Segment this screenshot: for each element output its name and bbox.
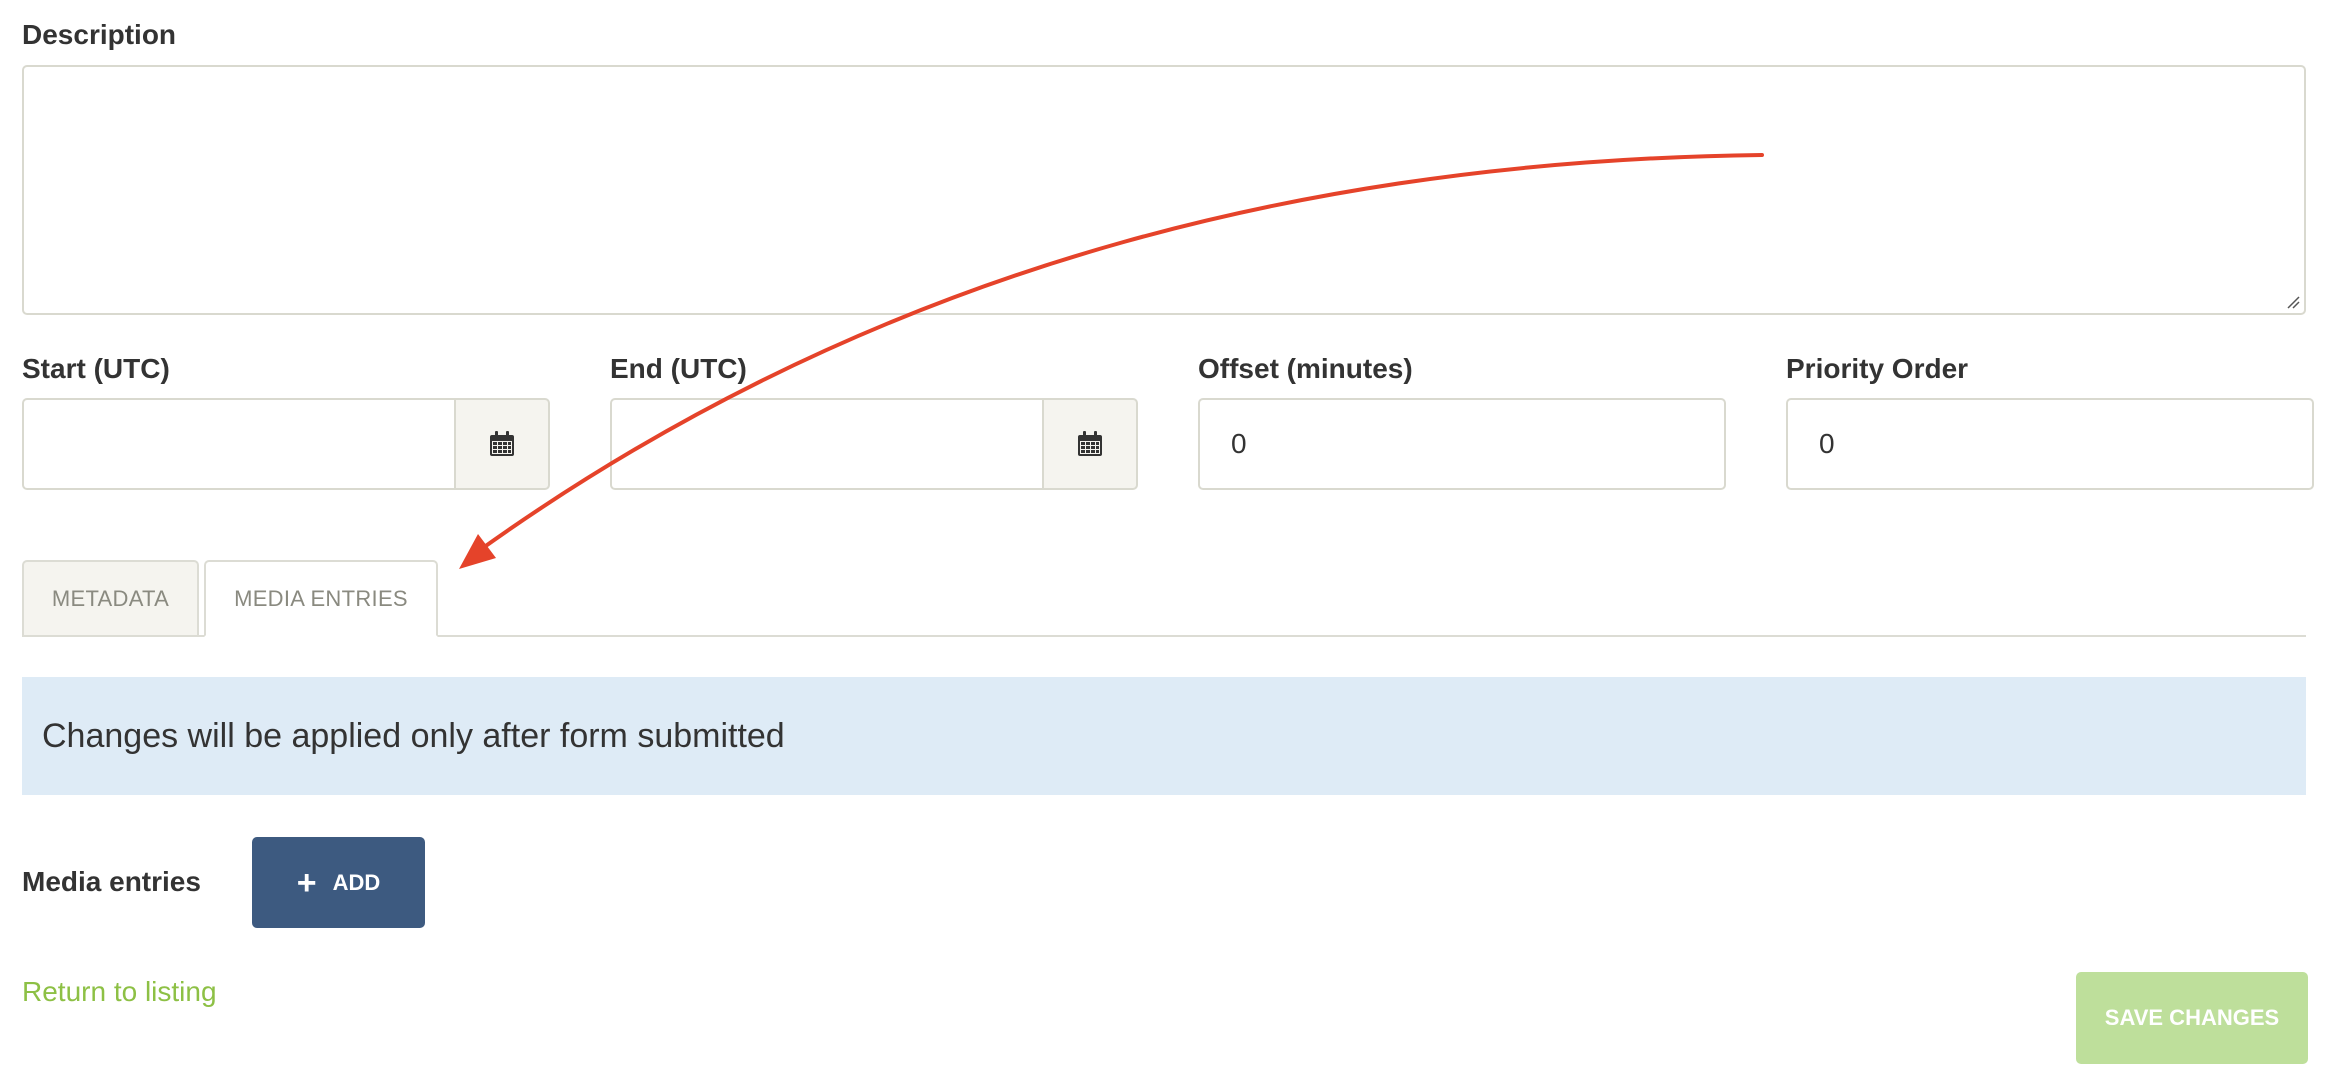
- end-input[interactable]: [610, 398, 1042, 490]
- media-entries-label: Media entries: [22, 866, 201, 897]
- add-media-entry-button[interactable]: + ADD: [252, 837, 425, 928]
- add-button-label: ADD: [332, 869, 381, 895]
- description-label: Description: [22, 19, 177, 50]
- media-item-form: Description Start (UTC) End (UTC) Offset…: [0, 0, 2334, 1082]
- description-textarea[interactable]: [22, 65, 2306, 315]
- priority-value: 0: [1819, 428, 1835, 459]
- priority-label: Priority Order: [1786, 353, 1969, 384]
- calendar-icon: [1078, 431, 1102, 456]
- plus-icon: +: [296, 863, 317, 902]
- end-calendar-button[interactable]: [1042, 398, 1138, 490]
- return-to-listing-link[interactable]: Return to listing: [22, 975, 217, 1009]
- tab-media-entries[interactable]: MEDIA ENTRIES: [204, 560, 438, 637]
- start-calendar-button[interactable]: [454, 398, 550, 490]
- offset-value: 0: [1231, 428, 1247, 459]
- info-notice: Changes will be applied only after form …: [22, 677, 2306, 795]
- tab-metadata[interactable]: METADATA: [22, 560, 199, 637]
- calendar-icon: [490, 431, 514, 456]
- end-label: End (UTC): [610, 353, 747, 384]
- start-datetime-group: [22, 398, 550, 490]
- start-input[interactable]: [22, 398, 454, 490]
- resize-grip-icon[interactable]: [2286, 295, 2300, 309]
- save-changes-button[interactable]: SAVE CHANGES: [2076, 972, 2308, 1064]
- priority-input[interactable]: 0: [1786, 398, 2314, 490]
- end-datetime-group: [610, 398, 1138, 490]
- info-notice-text: Changes will be applied only after form …: [42, 716, 785, 755]
- start-label: Start (UTC): [22, 353, 170, 384]
- offset-label: Offset (minutes): [1198, 353, 1413, 384]
- offset-input[interactable]: 0: [1198, 398, 1726, 490]
